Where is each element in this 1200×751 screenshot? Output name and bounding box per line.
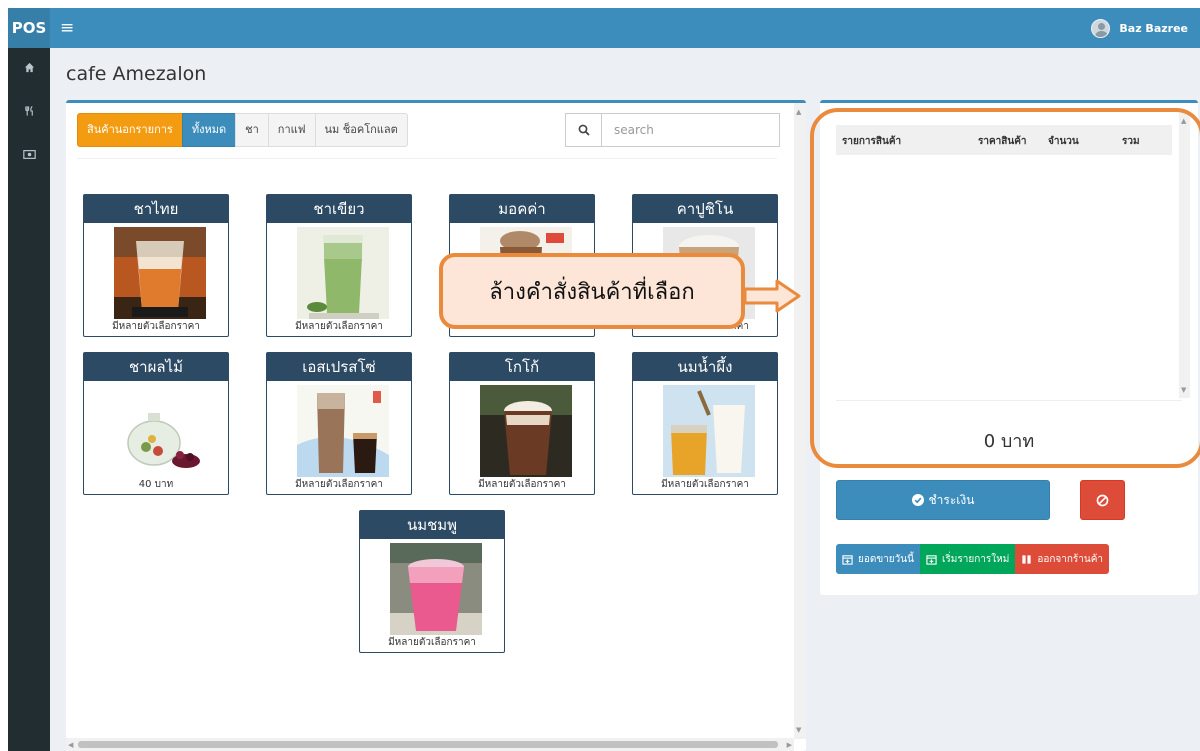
arrow-right-icon	[743, 279, 801, 313]
product-name: ชาไทย	[84, 195, 228, 223]
divider	[77, 158, 777, 159]
product-price: 40 บาท	[138, 479, 174, 490]
brand-logo[interactable]: POS	[8, 8, 50, 48]
today-sales-label: ยอดขายวันนี้	[858, 553, 914, 565]
search-box	[565, 113, 780, 147]
pay-button-label: ชำระเงิน	[928, 492, 975, 507]
search-icon[interactable]	[565, 113, 602, 147]
pink-milk-image	[390, 543, 482, 635]
scroll-right-arrow-icon[interactable]: ▶	[787, 740, 792, 750]
calendar-plus-icon	[842, 554, 853, 565]
page-title: cafe Amezalon	[66, 63, 207, 85]
money-icon[interactable]	[8, 148, 50, 162]
category-filter: สินค้านอกรายการ ทั้งหมด ชา กาแฟ นม ช็อคโ…	[77, 113, 408, 147]
product-price: มีหลายตัวเลือกราคา	[661, 479, 749, 490]
exit-store-label: ออกจากร้านค้า	[1037, 553, 1104, 565]
product-name: เอสเปรสโซ่	[267, 353, 411, 381]
search-input[interactable]	[602, 113, 780, 147]
product-price: มีหลายตัวเลือกราคา	[295, 479, 383, 490]
cutlery-icon[interactable]	[8, 105, 50, 120]
cocoa-image	[480, 385, 572, 477]
product-name: ชาผลไม้	[84, 353, 228, 381]
espresso-image	[297, 385, 389, 477]
sidebar-toggle-icon[interactable]: ≡	[60, 18, 74, 38]
top-navbar: POS ≡ Baz Bazree	[8, 8, 1200, 48]
new-order-button[interactable]: เริ่มรายการใหม่	[919, 544, 1016, 574]
calendar-plus-icon	[926, 554, 937, 565]
user-name: Baz Bazree	[1119, 21, 1188, 35]
product-price: มีหลายตัวเลือกราคา	[112, 321, 200, 332]
product-card-thai-tea[interactable]: ชาไทย มีหลายตัวเลือกราคา	[83, 194, 229, 337]
scroll-down-arrow-icon[interactable]: ▼	[796, 725, 801, 735]
product-card-fruit-tea[interactable]: ชาผลไม้ 40 บาท	[83, 352, 229, 495]
exit-store-button[interactable]: ออกจากร้านค้า	[1015, 544, 1110, 574]
pay-button[interactable]: ชำระเงิน	[836, 480, 1050, 520]
highlight-ring	[810, 108, 1200, 468]
thai-tea-image	[114, 227, 206, 319]
scroll-up-arrow-icon[interactable]: ▲	[796, 107, 801, 117]
clear-order-button[interactable]	[1080, 480, 1125, 520]
new-order-label: เริ่มรายการใหม่	[941, 553, 1010, 565]
category-tab-tea[interactable]: ชา	[235, 113, 269, 147]
scroll-left-arrow-icon[interactable]: ◀	[68, 740, 73, 750]
product-card-pink-milk[interactable]: นมชมพู มีหลายตัวเลือกราคา	[359, 510, 505, 653]
product-menu-panel: สินค้านอกรายการ ทั้งหมด ชา กาแฟ นม ช็อคโ…	[66, 100, 806, 751]
product-name: นมชมพู	[360, 511, 504, 539]
menu-horizontal-scrollbar[interactable]: ◀ ▶	[66, 738, 794, 751]
menu-vertical-scrollbar[interactable]: ▲ ▼	[794, 103, 806, 739]
product-card-cocoa[interactable]: โกโก้ มีหลายตัวเลือกราคา	[449, 352, 595, 495]
home-icon[interactable]	[8, 62, 50, 76]
action-button-group: ยอดขายวันนี้ เริ่มรายการใหม่ ออกจากร้านค…	[836, 544, 1110, 574]
product-card-honey-milk[interactable]: นมน้ำผึ้ง มีหลายตัวเลือกราคา	[632, 352, 778, 495]
category-tab-coffee[interactable]: กาแฟ	[267, 113, 316, 147]
product-name: คาปูชิโน	[633, 195, 777, 223]
category-tab-outside-items[interactable]: สินค้านอกรายการ	[77, 113, 183, 147]
today-sales-button[interactable]: ยอดขายวันนี้	[836, 544, 920, 574]
product-price: มีหลายตัวเลือกราคา	[295, 321, 383, 332]
product-name: มอคค่า	[450, 195, 594, 223]
scroll-thumb[interactable]	[78, 741, 778, 748]
sidebar	[8, 48, 50, 751]
category-tab-all[interactable]: ทั้งหมด	[181, 113, 237, 147]
green-tea-image	[297, 227, 389, 319]
check-circle-icon	[911, 494, 924, 506]
category-tab-milk-chocolate[interactable]: นม ช็อคโกแลต	[314, 113, 408, 147]
pos-app: POS ≡ Baz Bazree cafe Amezalon สินค้านอก…	[8, 8, 1200, 751]
product-price: มีหลายตัวเลือกราคา	[478, 479, 566, 490]
fruit-tea-image	[114, 385, 206, 477]
user-menu[interactable]: Baz Bazree	[1091, 18, 1188, 38]
product-name: โกโก้	[450, 353, 594, 381]
product-name: นมน้ำผึ้ง	[633, 353, 777, 381]
product-price: มีหลายตัวเลือกราคา	[388, 637, 476, 648]
annotation-callout: ล้างคำสั่งสินค้าที่เลือก	[439, 253, 745, 329]
ban-icon	[1096, 494, 1109, 506]
pause-icon	[1022, 554, 1031, 564]
product-name: ชาเขียว	[267, 195, 411, 223]
product-card-green-tea[interactable]: ชาเขียว มีหลายตัวเลือกราคา	[266, 194, 412, 337]
user-avatar-icon	[1091, 18, 1111, 38]
product-card-espresso[interactable]: เอสเปรสโซ่ มีหลายตัวเลือกราคา	[266, 352, 412, 495]
honey-milk-image	[663, 385, 755, 477]
